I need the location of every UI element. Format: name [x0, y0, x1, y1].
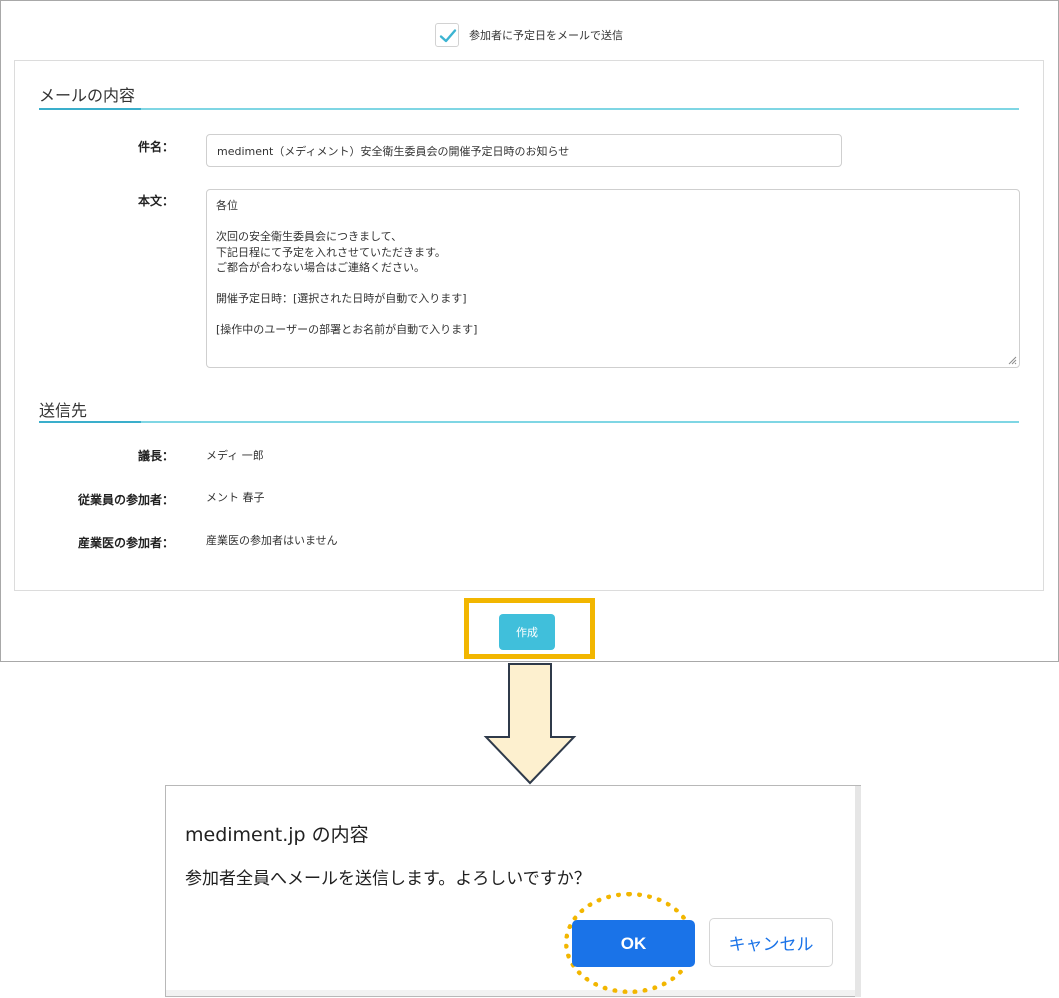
create-button[interactable]: 作成: [499, 614, 555, 650]
employee-participants-label: 従業員の参加者：: [77, 493, 174, 507]
send-email-checkbox[interactable]: [435, 23, 459, 47]
resize-grip-icon[interactable]: [1007, 355, 1017, 365]
body-line: 下記日程にて予定を入れさせていただきます。: [216, 245, 446, 259]
recipients-divider: [39, 421, 1019, 423]
send-email-option[interactable]: 参加者に予定日をメールで送信: [435, 23, 623, 47]
recipients-heading: 送信先: [39, 401, 88, 420]
mail-content-divider: [39, 108, 1019, 110]
body-line: 各位: [216, 199, 238, 212]
cancel-button[interactable]: キャンセル: [709, 918, 833, 967]
body-line: ご都合が合わない場合はご連絡ください。: [216, 261, 425, 274]
body-line: 開催予定日時：[選択された日時が自動で入ります]: [216, 292, 467, 305]
ok-button[interactable]: OK: [572, 920, 695, 967]
send-email-checkbox-label: 参加者に予定日をメールで送信: [469, 29, 623, 42]
dialog-message: 参加者全員へメールを送信します。よろしいですか？: [185, 869, 591, 889]
doctor-participants-label: 産業医の参加者：: [77, 536, 174, 550]
checkmark-icon: [439, 29, 457, 43]
subject-input[interactable]: mediment（メディメント）安全衛生委員会の開催予定日時のお知らせ: [206, 134, 842, 167]
body-line: [216, 307, 1010, 323]
employee-participants-value: メント 春子: [206, 491, 265, 504]
dialog-edge: [855, 786, 861, 997]
body-line: 次回の安全衛生委員会につきまして、: [216, 230, 403, 243]
body-line: [216, 276, 1010, 292]
body-label: 本文：: [137, 194, 174, 208]
confirm-dialog: mediment.jp の内容 参加者全員へメールを送信します。よろしいですか？…: [166, 786, 855, 994]
body-line: [216, 214, 1010, 230]
body-line: [操作中のユーザーの部署とお名前が自動で入ります]: [216, 323, 478, 336]
doctor-participants-value: 産業医の参加者はいません: [206, 534, 338, 547]
mail-content-box: メールの内容 件名： mediment（メディメント）安全衛生委員会の開催予定日…: [14, 60, 1044, 591]
mail-content-heading: メールの内容: [39, 86, 136, 105]
chair-label: 議長：: [137, 449, 174, 463]
down-arrow-icon: [483, 663, 577, 785]
body-textarea[interactable]: 各位 次回の安全衛生委員会につきまして、 下記日程にて予定を入れさせていただきま…: [206, 189, 1020, 368]
subject-label: 件名：: [137, 140, 174, 154]
dialog-title: mediment.jp の内容: [185, 824, 369, 846]
chair-value: メディ 一郎: [206, 449, 264, 462]
mail-form-panel: 参加者に予定日をメールで送信 メールの内容 件名： mediment（メディメン…: [0, 0, 1059, 662]
